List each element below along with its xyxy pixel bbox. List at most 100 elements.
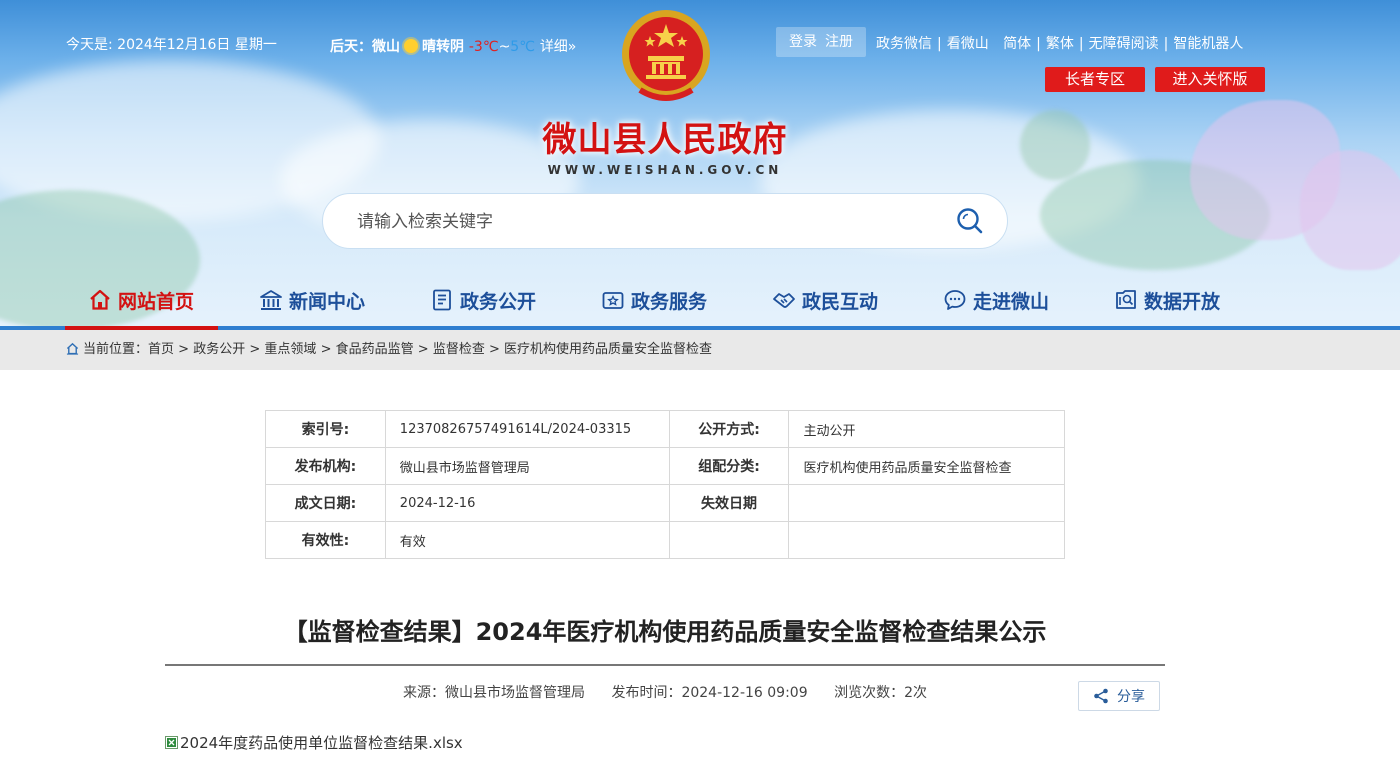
today-date: 今天是: 2024年12月16日 星期一 (66, 37, 277, 53)
document-icon (433, 289, 451, 311)
nav-label: 走进微山 (973, 290, 1050, 313)
nav-item-home[interactable]: 网站首页 (65, 270, 217, 330)
share-button[interactable]: 分享 (1078, 681, 1160, 711)
toplink-simplified[interactable]: 简体 (1003, 36, 1031, 52)
info-key (668, 521, 790, 559)
toplink-kanweishan[interactable]: 看微山 (947, 36, 989, 52)
care-mode-button[interactable]: 进入关怀版 (1155, 67, 1265, 92)
login-link[interactable]: 登录 (789, 34, 817, 50)
toplink-accessibility[interactable]: 无障碍阅读 (1089, 36, 1159, 52)
info-key: 失效日期 (668, 484, 790, 522)
breadcrumb-separator: > (320, 342, 332, 357)
national-emblem-icon (622, 10, 710, 101)
info-key: 有效性: (265, 521, 386, 559)
nav-label: 政民互动 (802, 290, 879, 313)
nav-item-open-data[interactable]: 数据开放 (1114, 270, 1220, 330)
table-row: 有效性: 有效 (265, 521, 1065, 559)
info-value: 微山县市场监督管理局 (384, 447, 670, 485)
breadcrumb-current[interactable]: 医疗机构使用药品质量安全监督检查 (504, 342, 712, 357)
toplink-wechat[interactable]: 政务微信 (876, 36, 932, 52)
info-key: 发布机构: (265, 447, 386, 485)
service-icon (602, 292, 624, 309)
data-icon (1116, 290, 1136, 309)
elder-zone-button[interactable]: 长者专区 (1045, 67, 1145, 92)
table-row: 索引号: 12370826757491614L/2024-03315 公开方式:… (265, 410, 1065, 448)
weather-temp-high: -3℃ (468, 39, 499, 55)
handshake-icon (773, 293, 795, 308)
breadcrumb-inspection[interactable]: 监督检查 (433, 342, 485, 357)
breadcrumb-separator: > (178, 342, 190, 357)
info-value (788, 521, 1065, 559)
nav-label: 网站首页 (118, 290, 195, 313)
divider: | (937, 36, 942, 52)
nav-item-gov-service[interactable]: 政务服务 (601, 270, 707, 330)
table-row: 发布机构: 微山县市场监督管理局 组配分类: 医疗机构使用药品质量安全监督检查 (265, 447, 1065, 485)
info-value: 有效 (384, 521, 670, 559)
info-value: 医疗机构使用药品质量安全监督检查 (788, 447, 1065, 485)
nav-item-gov-affairs[interactable]: 政务公开 (430, 270, 536, 330)
nav-item-interaction[interactable]: 政民互动 (772, 270, 878, 330)
search-input[interactable] (357, 208, 917, 236)
sun-icon (404, 39, 418, 53)
breadcrumb-separator: > (488, 342, 500, 357)
weather-temp-low: 5℃ (510, 39, 535, 55)
weather-condition: 晴转阴 (422, 39, 464, 55)
weather-day-label: 后天： (330, 39, 372, 55)
weather-widget: 后天：微山 晴转阴 -3℃~5℃ 详细» (330, 36, 576, 56)
article-views: 浏览次数：2次 (834, 685, 927, 701)
info-value (788, 484, 1065, 522)
info-key: 公开方式: (668, 410, 790, 448)
home-icon (90, 289, 110, 310)
info-value: 2024-12-16 (384, 484, 670, 522)
article-title: 【监督检查结果】2024年医疗机构使用药品质量安全监督检查结果公示 (283, 618, 1047, 646)
site-url: WWW.WEISHAN.GOV.CN (547, 163, 783, 177)
nav-label: 数据开放 (1144, 290, 1221, 313)
nav-item-news[interactable]: 新闻中心 (259, 270, 365, 330)
building-icon (260, 290, 282, 310)
home-icon (66, 342, 79, 355)
weather-detail-link[interactable]: 详细» (540, 39, 577, 55)
info-key: 成文日期: (265, 484, 386, 522)
search-icon[interactable] (955, 206, 985, 236)
nav-label: 政务公开 (460, 290, 537, 313)
nav-label: 政务服务 (631, 290, 708, 313)
divider (994, 36, 998, 52)
register-link[interactable]: 注册 (825, 34, 853, 50)
title-divider (165, 664, 1165, 666)
breadcrumb-prefix: 当前位置： (83, 342, 149, 357)
breadcrumb: 当前位置：首页 > 政务公开 > 重点领域 > 食品药品监管 > 监督检查 > … (0, 330, 1400, 370)
breadcrumb-separator: > (249, 342, 261, 357)
breadcrumb-home[interactable]: 首页 (148, 342, 174, 357)
nav-item-about-weishan[interactable]: 走进微山 (943, 270, 1049, 330)
toplink-robot[interactable]: 智能机器人 (1173, 36, 1243, 52)
weather-city: 微山 (372, 39, 400, 55)
info-value: 12370826757491614L/2024-03315 (384, 410, 670, 448)
article-source: 来源：微山县市场监督管理局 (403, 685, 585, 701)
info-key: 索引号: (265, 410, 386, 448)
divider: | (1036, 36, 1041, 52)
top-links: 政务微信 | 看微山 简体 | 繁体 | 无障碍阅读 | 智能机器人 (876, 33, 1243, 53)
breadcrumb-gov-affairs[interactable]: 政务公开 (193, 342, 245, 357)
chat-icon (944, 290, 966, 310)
attachment-link[interactable]: 2024年度药品使用单位监督检查结果.xlsx (165, 732, 463, 753)
divider: | (1163, 36, 1169, 52)
breadcrumb-separator: > (417, 342, 429, 357)
toplink-traditional[interactable]: 繁体 (1046, 36, 1074, 52)
login-register-box: 登录 注册 (776, 27, 866, 57)
excel-file-icon (165, 736, 178, 749)
document-info-table: 索引号: 12370826757491614L/2024-03315 公开方式:… (265, 410, 1065, 559)
breadcrumb-food-drug[interactable]: 食品药品监管 (336, 342, 414, 357)
breadcrumb-key-areas[interactable]: 重点领域 (264, 342, 316, 357)
divider: | (1078, 36, 1084, 52)
article-meta: 来源：微山县市场监督管理局 发布时间：2024-12-16 09:09 浏览次数… (165, 682, 1165, 702)
info-key: 组配分类: (668, 447, 790, 485)
nav-label: 新闻中心 (289, 290, 366, 313)
weather-tilde: ~ (498, 39, 511, 55)
search-bar (322, 193, 1008, 249)
article-publish-time: 发布时间：2024-12-16 09:09 (611, 685, 808, 701)
header-banner: 今天是: 2024年12月16日 星期一 后天：微山 晴转阴 -3℃~5℃ 详细»… (0, 0, 1400, 330)
main-nav: 网站首页 新闻中心 政务公开 政务服务 政民互动 走进微山 数据开放 (0, 270, 1400, 330)
share-label: 分享 (1117, 689, 1145, 705)
table-row: 成文日期: 2024-12-16 失效日期 (265, 484, 1065, 522)
info-value: 主动公开 (788, 410, 1065, 448)
